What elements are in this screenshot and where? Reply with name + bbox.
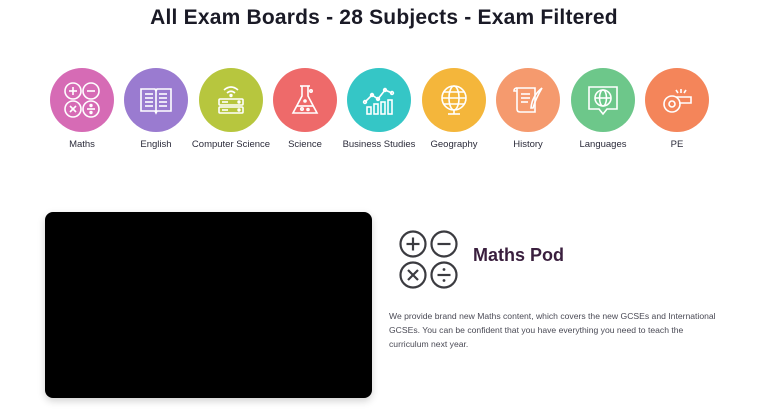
pod-description: We provide brand new Maths content, whic… (389, 311, 716, 349)
pod-title: Maths Pod (473, 245, 565, 265)
video-player[interactable] (45, 212, 372, 398)
book-icon (124, 68, 188, 132)
subject-label: PE (670, 139, 684, 150)
globe-icon (422, 68, 486, 132)
flask-icon (273, 68, 337, 132)
page-title: All Exam Boards - 28 Subjects - Exam Fil… (150, 6, 618, 29)
language-globe-icon (571, 68, 635, 132)
chart-icon (347, 68, 411, 132)
subject-pe[interactable]: PE (633, 68, 721, 150)
maths-pod-icon (399, 230, 458, 289)
whistle-icon (645, 68, 709, 132)
computer-icon (199, 68, 263, 132)
scroll-icon (496, 68, 560, 132)
maths-icon (50, 68, 114, 132)
subject-list: Maths English Computer Science Science B… (38, 68, 738, 178)
